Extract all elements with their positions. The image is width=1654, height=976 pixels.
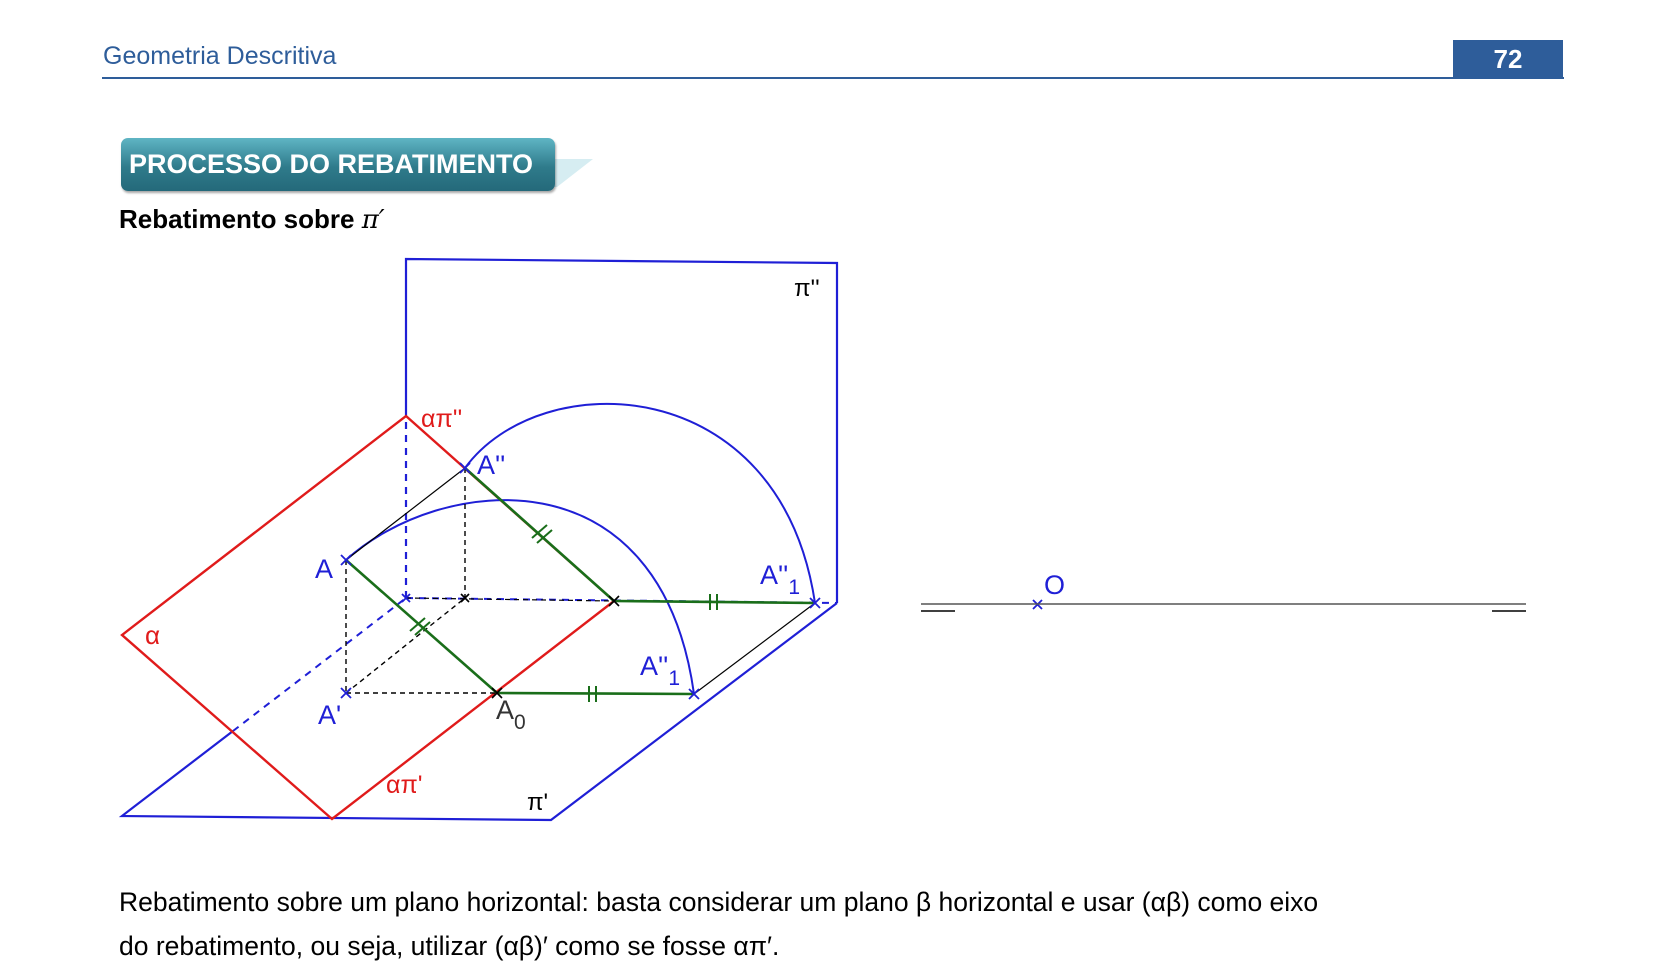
label-pi1: π' xyxy=(527,789,548,816)
label-a2: A'' xyxy=(477,450,505,480)
label-a21-top-main: A'' xyxy=(760,560,788,590)
projection-line-a-a2 xyxy=(345,467,466,561)
label-a0-sub: 0 xyxy=(514,711,526,734)
label-a0-main: A xyxy=(496,695,514,725)
label-a21-bottom-sub: 1 xyxy=(668,667,680,690)
label-alpha-pi1: απ' xyxy=(386,771,422,799)
label-a21-top-sub: 1 xyxy=(788,576,800,599)
caption-line-2: do rebatimento, ou seja, utilizar (αβ)′ … xyxy=(119,931,780,961)
horizontal-plane-pi1 xyxy=(118,602,838,822)
label-alpha-pi2: απ'' xyxy=(421,405,462,433)
label-a21-top: A''1 xyxy=(760,560,800,599)
label-a21-bottom-main: A'' xyxy=(640,651,668,681)
segment-axis-a21-top xyxy=(613,599,816,605)
label-a1: A' xyxy=(318,700,341,730)
point-markers xyxy=(340,462,1043,700)
segment-a2-axis xyxy=(464,467,615,602)
rebatimento-diagram: π'' απ'' A'' A A''1 α A''1 A' A0 απ' π' … xyxy=(118,257,1526,822)
label-a21-bottom: A''1 xyxy=(640,651,680,690)
label-o: O xyxy=(1044,570,1065,600)
label-alpha: α xyxy=(145,620,160,650)
label-a0: A0 xyxy=(496,695,526,734)
caption: Rebatimento sobre um plano horizontal: b… xyxy=(119,880,1559,968)
vertical-plane-pi2 xyxy=(404,257,839,603)
label-pi2: π'' xyxy=(794,275,820,302)
projection-line-a21 xyxy=(693,602,816,695)
caption-line-1: Rebatimento sobre um plano horizontal: b… xyxy=(119,887,1319,917)
label-a: A xyxy=(315,554,333,584)
